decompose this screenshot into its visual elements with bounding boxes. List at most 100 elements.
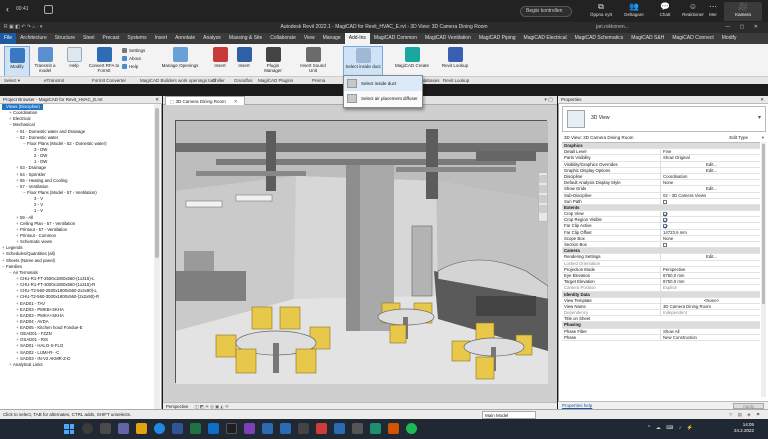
type-selector[interactable]: 3D View ▾ [562, 106, 766, 132]
tree-item[interactable]: +Analytical Links [0, 362, 160, 368]
checkbox-checked[interactable] [663, 224, 667, 229]
scroll-thumb[interactable] [762, 144, 765, 304]
tab-manage[interactable]: Manage [319, 33, 345, 44]
visual-studio-icon[interactable] [244, 423, 255, 434]
terminal-icon[interactable] [226, 423, 237, 434]
tab-magicad-common[interactable]: MagiCAD Common [370, 33, 421, 44]
transmit-model-button[interactable]: Transmit a model [30, 46, 60, 80]
teams-icon[interactable] [118, 423, 129, 434]
tab-add-ins[interactable]: Add-Ins [344, 33, 370, 44]
revit-2-icon[interactable] [280, 423, 291, 434]
tab-view[interactable]: View [300, 33, 319, 44]
manage-openings-button[interactable]: Manage Openings [160, 46, 200, 80]
tab-precast[interactable]: Precast [98, 33, 123, 44]
zoom-icon[interactable] [539, 195, 547, 203]
view-tab[interactable]: ⬚ 3D Camera Dining Room ✕ [165, 96, 245, 105]
3d-camera-canvas[interactable] [175, 120, 549, 384]
viewcube-icon[interactable] [539, 175, 547, 183]
3d-view-icon [567, 110, 585, 128]
close-icon[interactable]: ✕ [155, 96, 159, 104]
close-tab-icon[interactable]: ✕ [234, 99, 238, 104]
tab-magicad-connect[interactable]: MagiCAD Connect [668, 33, 717, 44]
edge-icon[interactable] [154, 423, 165, 434]
camera-button[interactable]: 🎥 Kamera [724, 2, 762, 21]
app-icon[interactable] [316, 423, 327, 434]
tab-steel[interactable]: Steel [79, 33, 98, 44]
plugin-manager-button[interactable]: Plugin Manager [258, 46, 288, 80]
tab-magicad-piping[interactable]: MagiCAD Piping [475, 33, 520, 44]
tab-magicad-s-h[interactable]: MagiCAD S&H [627, 33, 668, 44]
insert-chiller-button[interactable]: Insert [210, 46, 230, 80]
menu-item-select-inside-duct[interactable]: Select inside duct [344, 76, 422, 91]
tab-magicad-electrical[interactable]: MagiCAD Electrical [520, 33, 571, 44]
panel-select[interactable]: Select ▾ [4, 77, 20, 85]
steering-wheel-icon[interactable] [539, 185, 547, 193]
checkbox-unchecked[interactable] [663, 243, 667, 247]
windows-start-icon[interactable] [64, 424, 74, 434]
tab-file[interactable]: File [0, 33, 17, 44]
tab-annotate[interactable]: Annotate [171, 33, 199, 44]
close-icon[interactable]: ✕ [760, 96, 764, 104]
property-value[interactable]: New Construction [660, 334, 760, 342]
tab-magicad-schematics[interactable]: MagiCAD Schematics [571, 33, 628, 44]
chevron-down-icon[interactable]: ▾ [762, 134, 764, 141]
instance-selector[interactable]: 3D View: 3D Camera Dining Room [564, 134, 633, 141]
task-view-icon[interactable] [100, 423, 111, 434]
app-icon[interactable] [298, 423, 309, 434]
system-tray-icons[interactable]: ^ ☁ ⌨ ♪ ⚡ [648, 425, 695, 431]
window-controls[interactable]: — ▢ ✕ [725, 22, 762, 33]
properties-scrollbar[interactable] [761, 142, 766, 397]
tab-massing-site[interactable]: Massing & Site [225, 33, 266, 44]
settings-button[interactable]: Settings [122, 47, 154, 55]
insert-grundfos-button[interactable]: Insert [234, 46, 254, 80]
project-browser-scrollbar[interactable] [154, 104, 160, 409]
convert-rfa-button[interactable]: Convert RFA to FormIt [88, 46, 120, 80]
open-new-button[interactable]: ⧉ Öppna nytt [584, 2, 618, 21]
user-account[interactable]: jari.rokkonen... [596, 22, 629, 33]
help-button[interactable]: Help [64, 46, 84, 80]
taskbar-clock[interactable]: 14:05 24.2.2022 [734, 422, 754, 434]
revit-icon[interactable] [262, 423, 273, 434]
tree-item-label: Legends [6, 245, 23, 251]
active-model-select[interactable]: Main Model [482, 411, 536, 419]
more-button[interactable]: ⋯ Mer [703, 2, 723, 21]
orbit-icon[interactable] [539, 205, 547, 213]
tab-analyze[interactable]: Analyze [199, 33, 225, 44]
menu-item-select-air-diffuser[interactable]: Select air placement diffuser [344, 91, 422, 106]
search-icon[interactable] [82, 423, 93, 434]
window-mode-icon[interactable] [44, 5, 53, 14]
insert-sound-unit-button[interactable]: Insert Sound Unit [296, 46, 330, 80]
app-icon[interactable] [370, 423, 381, 434]
participants-button[interactable]: 👥 Deltagare [617, 2, 651, 21]
request-control-button[interactable]: Begär kontrollen [520, 6, 572, 17]
tab-modify[interactable]: Modify [718, 33, 741, 44]
back-icon[interactable]: ‹ [6, 4, 9, 14]
excel-icon[interactable] [190, 423, 201, 434]
revit-3-icon[interactable] [334, 423, 345, 434]
app-icon[interactable] [352, 423, 363, 434]
revit-lookup-button[interactable]: Revit Lookup [440, 46, 470, 80]
checkbox-checked[interactable] [663, 218, 667, 223]
checkbox-checked[interactable] [663, 212, 667, 217]
help-small-button[interactable]: Help [122, 63, 154, 71]
view-tab-menu-icon[interactable]: ▾ ▢ [544, 96, 553, 105]
spotify-icon[interactable] [406, 423, 417, 434]
quick-access-toolbar[interactable]: R ▣ ◧ ↶ ↷ ⌂ · ▾ [4, 22, 42, 33]
tab-architecture[interactable]: Architecture [16, 33, 51, 44]
tab-collaborate[interactable]: Collaborate [266, 33, 300, 44]
tab-insert[interactable]: Insert [151, 33, 172, 44]
tab-structure[interactable]: Structure [51, 33, 79, 44]
tab-magicad-ventilation[interactable]: MagiCAD Ventilation [421, 33, 475, 44]
app-icon[interactable] [388, 423, 399, 434]
duct-select-icon [355, 48, 371, 63]
scroll-thumb[interactable] [155, 108, 159, 258]
word-icon[interactable] [172, 423, 183, 434]
modify-button[interactable]: Modify [4, 46, 30, 80]
properties-header: Properties ✕ [558, 96, 768, 104]
file-explorer-icon[interactable] [136, 423, 147, 434]
edit-type-button[interactable]: Edit Type [729, 134, 748, 141]
tab-systems[interactable]: Systems [123, 33, 150, 44]
about-button[interactable]: About [122, 55, 154, 63]
outlook-icon[interactable] [208, 423, 219, 434]
checkbox-unchecked[interactable] [663, 199, 667, 204]
